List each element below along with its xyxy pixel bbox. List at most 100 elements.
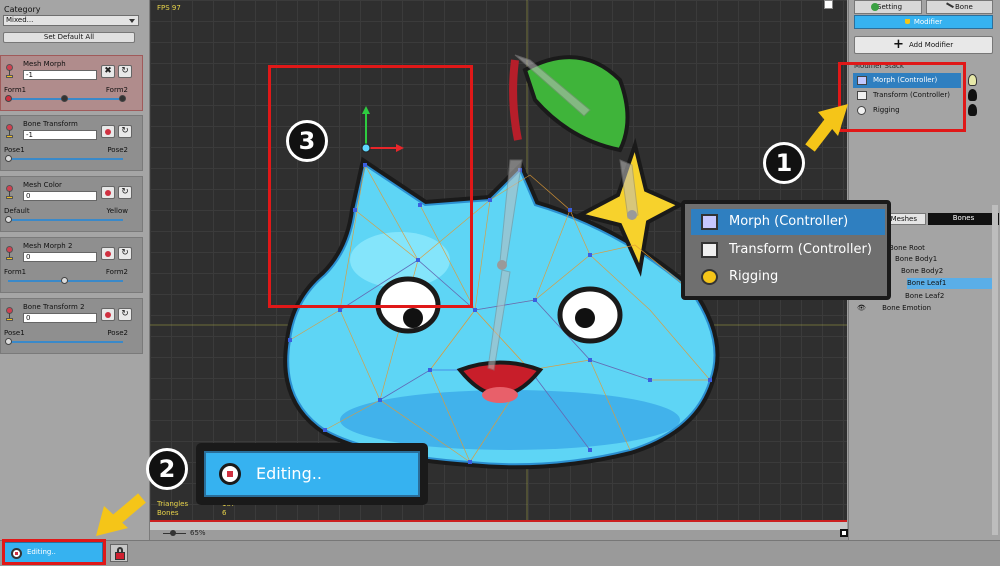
callout-editing: Editing.. [196, 443, 428, 505]
controller-panel: Category Mixed... Set Default All Mesh M… [0, 0, 150, 540]
highlight-modifier-stack [838, 62, 966, 132]
controller-slider-knob[interactable] [5, 155, 12, 162]
controller-slider-knob[interactable] [61, 277, 68, 284]
lightbulb-off-icon[interactable] [968, 89, 977, 101]
controller-value-input[interactable]: -1 [23, 70, 97, 80]
fps-counter: FPS 97 [157, 4, 181, 12]
highlight-editing-button [2, 539, 106, 565]
controller-name: Mesh Morph [23, 60, 66, 68]
reset-icon[interactable]: ↻ [118, 308, 132, 321]
callout-modifier-list: Morph (Controller) Transform (Controller… [681, 200, 891, 300]
controller-name: Bone Transform 2 [23, 303, 85, 311]
x-icon[interactable]: ✖ [101, 65, 115, 78]
callout-label: Transform (Controller) [729, 242, 872, 257]
controller-pin-icon [5, 185, 14, 199]
controller-slider-knob[interactable] [5, 216, 12, 223]
record-icon[interactable] [101, 247, 115, 260]
reset-icon[interactable]: ↻ [118, 247, 132, 260]
lightbulb-off-icon[interactable] [968, 104, 977, 116]
tab-bones[interactable]: Bones [928, 213, 999, 225]
record-icon[interactable] [101, 308, 115, 321]
rigging-icon [701, 269, 718, 285]
trophy-icon [904, 19, 910, 24]
gear-icon [871, 3, 879, 11]
callout-transform-row: Transform (Controller) [691, 237, 885, 263]
controller-bone-transform: Bone Transform -1 ↻ Pose1 Pose2 [0, 115, 143, 171]
controller-name: Bone Transform [23, 120, 78, 128]
controller-pin-icon [5, 307, 14, 321]
tab-modifier-label: Modifier [913, 18, 943, 26]
viewport-maximize-icon[interactable] [824, 0, 833, 9]
hierarchy-scrollbar[interactable] [992, 205, 998, 535]
lightbulb-on-icon[interactable] [968, 74, 977, 86]
controller-slider-knob[interactable] [5, 338, 12, 345]
slider-min-marker [5, 95, 12, 102]
eye-icon[interactable]: 👁 [857, 304, 866, 312]
controller-slider-knob[interactable] [61, 95, 68, 102]
bone-icon [944, 2, 954, 12]
controller-max-label: Yellow [106, 207, 128, 215]
controller-name: Mesh Color [23, 181, 62, 189]
controller-value-input[interactable]: 0 [23, 252, 97, 262]
tree-item[interactable]: Bone Root [889, 243, 925, 254]
category-value: Mixed... [6, 16, 34, 24]
controller-max-label: Pose2 [107, 329, 128, 337]
stat-bones-label: Bones [157, 509, 179, 517]
controller-slider-track[interactable] [8, 158, 123, 160]
set-default-all-button[interactable]: Set Default All [3, 32, 135, 43]
step-number-2: 2 [146, 448, 188, 490]
slider-max-marker [119, 95, 126, 102]
controller-name: Mesh Morph 2 [23, 242, 73, 250]
stat-triangles-label: Triangles [157, 500, 189, 508]
callout-morph-row: Morph (Controller) [691, 209, 885, 235]
reset-icon[interactable]: ↻ [118, 186, 132, 199]
zoom-slider-knob[interactable] [170, 530, 176, 536]
chevron-down-icon [129, 19, 135, 23]
controller-pin-icon [5, 246, 14, 260]
tab-bone[interactable]: Bone [926, 0, 993, 14]
controller-mesh-morph-2: Mesh Morph 2 0 ↻ Form1 Form2 [0, 237, 143, 293]
tab-setting-label: Setting [877, 3, 903, 11]
category-label: Category [4, 5, 41, 14]
tree-item[interactable]: Bone Body2 [901, 266, 943, 277]
tab-setting[interactable]: Setting [854, 0, 922, 14]
controller-min-label: Pose1 [4, 146, 25, 154]
controller-value-input[interactable]: 0 [23, 191, 97, 201]
controller-value-input[interactable]: -1 [23, 130, 97, 140]
category-dropdown[interactable]: Mixed... [3, 15, 139, 26]
controller-min-label: Form1 [4, 86, 27, 94]
status-bar [0, 540, 1000, 566]
tab-bone-label: Bone [955, 3, 973, 11]
reset-icon[interactable]: ↻ [118, 125, 132, 138]
lock-button[interactable] [110, 544, 128, 562]
callout-rigging-row: Rigging [691, 264, 885, 290]
controller-pin-icon [5, 64, 14, 78]
tree-item[interactable]: Bone Body1 [895, 254, 937, 265]
fullscreen-icon[interactable] [840, 529, 848, 537]
timeline-bar[interactable] [150, 520, 847, 530]
morph-icon [701, 214, 718, 230]
reset-icon[interactable]: ↻ [118, 65, 132, 78]
controller-max-label: Pose2 [107, 146, 128, 154]
tree-item[interactable]: 👁 Bone Emotion [857, 303, 931, 314]
controller-mesh-color: Mesh Color 0 ↻ Default Yellow [0, 176, 143, 232]
plus-icon: + [893, 37, 904, 52]
stat-bones-value: 6 [222, 509, 227, 517]
zoom-level: 65% [190, 529, 206, 537]
callout-label: Rigging [729, 269, 779, 284]
tab-modifier[interactable]: Modifier [854, 15, 993, 29]
record-icon[interactable] [101, 186, 115, 199]
controller-bone-transform-2: Bone Transform 2 0 ↻ Pose1 Pose2 [0, 298, 143, 354]
controller-value-input[interactable]: 0 [23, 313, 97, 323]
stats-labels: Triangles Bones [157, 500, 188, 518]
add-modifier-button[interactable]: + Add Modifier [854, 36, 993, 54]
step-number-3: 3 [286, 120, 328, 162]
tree-item-selected[interactable]: Bone Leaf1 [907, 278, 995, 289]
tree-item[interactable]: Bone Leaf2 [905, 291, 944, 302]
controller-max-label: Form2 [105, 268, 128, 276]
controller-slider-track[interactable] [8, 341, 123, 343]
record-icon[interactable] [101, 125, 115, 138]
record-icon [219, 463, 241, 485]
step-number-1: 1 [763, 142, 805, 184]
controller-slider-track[interactable] [8, 219, 123, 221]
